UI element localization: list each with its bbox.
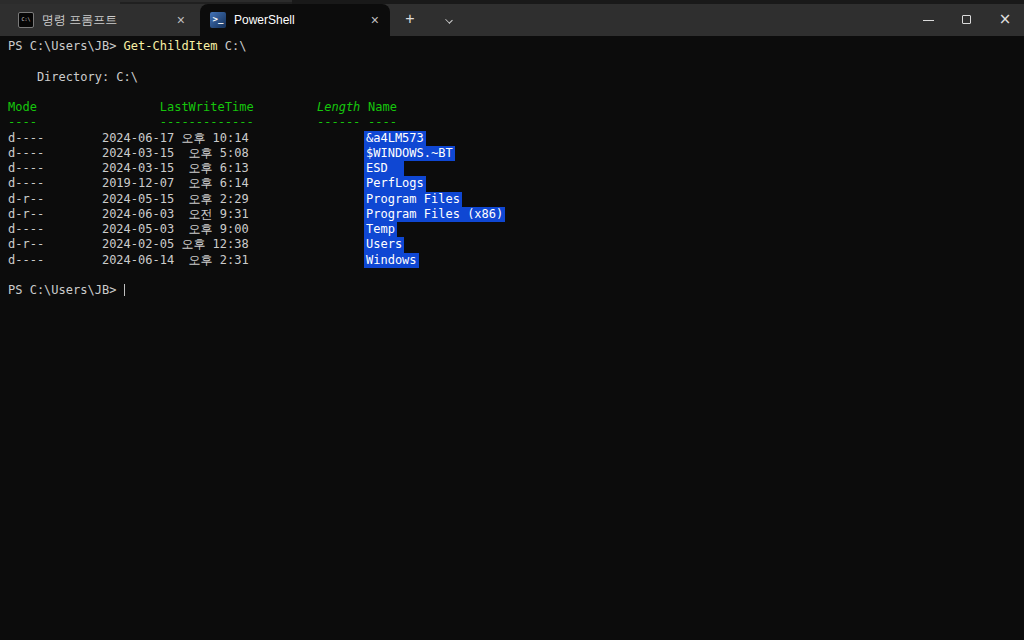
window-controls: × [910, 4, 1024, 36]
tab-close-icon[interactable]: × [368, 13, 382, 27]
table-header-line: Mode LastWriteTime Length Name [8, 100, 1024, 115]
blank-line [8, 268, 1024, 283]
row-directory-name: ESD [364, 161, 404, 176]
row-mode-date-time: d---- 2024-03-15 오후 5:08 [8, 146, 249, 160]
cmd-icon: C:\ [18, 12, 34, 28]
row-directory-name: PerfLogs [364, 176, 426, 191]
table-row: d---- 2024-06-14 오후 2:31 Windows [8, 253, 1024, 268]
blank-line [8, 85, 1024, 100]
prompt-line: PS C:\Users\JB> [8, 283, 1024, 298]
tab-command-prompt[interactable]: C:\ 명령 프롬프트 × [8, 4, 196, 36]
table-underline-line: ---- ----------------------- [8, 115, 1024, 130]
maximize-button[interactable] [948, 4, 986, 36]
row-mode-date-time: d---- 2024-06-14 오후 2:31 [8, 253, 249, 267]
row-mode-date-time: d---- 2024-03-15 오후 6:13 [8, 161, 249, 175]
row-directory-name: Program Files (x86) [364, 207, 505, 222]
directory-text: Directory: C:\ [8, 70, 138, 84]
underline-length: ------ [317, 115, 360, 130]
minimize-button[interactable] [910, 4, 948, 36]
row-directory-name: &a4LM573 [364, 131, 426, 146]
row-mode-date-time: d---- 2024-06-17 오후 10:14 [8, 131, 249, 145]
row-directory-name: Temp [364, 222, 397, 237]
table-row: d-r-- 2024-05-15 오후 2:29 Program Files [8, 192, 1024, 207]
maximize-icon [962, 15, 971, 24]
tab-bar: C:\ 명령 프롬프트 × >_ PowerShell × + × [0, 4, 1024, 36]
text-cursor [124, 284, 125, 296]
table-row: d-r-- 2024-02-05 오후 12:38 Users [8, 237, 1024, 252]
row-directory-name: Users [364, 237, 404, 252]
header-length: Length [317, 100, 360, 115]
tab-dropdown-button[interactable] [436, 4, 462, 36]
powershell-icon: >_ [210, 12, 226, 28]
row-mode-date-time: d-r-- 2024-06-03 오전 9:31 [8, 207, 249, 221]
row-mode-date-time: d-r-- 2024-02-05 오후 12:38 [8, 237, 249, 251]
terminal-output[interactable]: PS C:\Users\JB> Get-ChildItem C:\ Direct… [0, 36, 1024, 640]
header-mode-lastwritetime: Mode LastWriteTime [8, 100, 254, 114]
row-mode-date-time: d-r-- 2024-05-15 오후 2:29 [8, 192, 249, 206]
row-directory-name: Program Files [364, 192, 462, 207]
underline-name: ---- [368, 115, 397, 130]
row-directory-name: $WINDOWS.~BT [364, 146, 455, 161]
tab-close-icon[interactable]: × [174, 13, 188, 27]
table-row: d---- 2024-06-17 오후 10:14&a4LM573 [8, 131, 1024, 146]
directory-line: Directory: C:\ [8, 70, 1024, 85]
row-mode-date-time: d---- 2019-12-07 오후 6:14 [8, 176, 249, 190]
new-tab-button[interactable]: + [393, 4, 427, 36]
tab-label: 명령 프롬프트 [42, 12, 174, 29]
table-row: d---- 2024-05-03 오후 9:00 Temp [8, 222, 1024, 237]
underline-mode-lastwritetime: ---- ------------- [8, 115, 254, 129]
table-row: d---- 2024-03-15 오후 6:13 ESD [8, 161, 1024, 176]
table-row: d---- 2019-12-07 오후 6:14 PerfLogs [8, 176, 1024, 191]
table-row: d---- 2024-03-15 오후 5:08 $WINDOWS.~BT [8, 146, 1024, 161]
table-row: d-r-- 2024-06-03 오전 9:31 Program Files (x… [8, 207, 1024, 222]
close-button[interactable]: × [986, 4, 1024, 36]
header-name: Name [368, 100, 397, 115]
prompt-text: PS C:\Users\JB> [8, 283, 124, 297]
tab-powershell[interactable]: >_ PowerShell × [200, 4, 390, 36]
blank-line [8, 54, 1024, 69]
row-mode-date-time: d---- 2024-05-03 오후 9:00 [8, 222, 249, 236]
command-line: PS C:\Users\JB> Get-ChildItem C:\ [8, 39, 1024, 54]
command-args: C:\ [218, 39, 247, 53]
prompt-text: PS C:\Users\JB> [8, 39, 124, 53]
row-directory-name: Windows [364, 253, 419, 268]
tab-label: PowerShell [234, 13, 368, 27]
chevron-down-icon [445, 16, 453, 24]
minimize-icon [923, 20, 934, 21]
command-text: Get-ChildItem [124, 39, 218, 53]
